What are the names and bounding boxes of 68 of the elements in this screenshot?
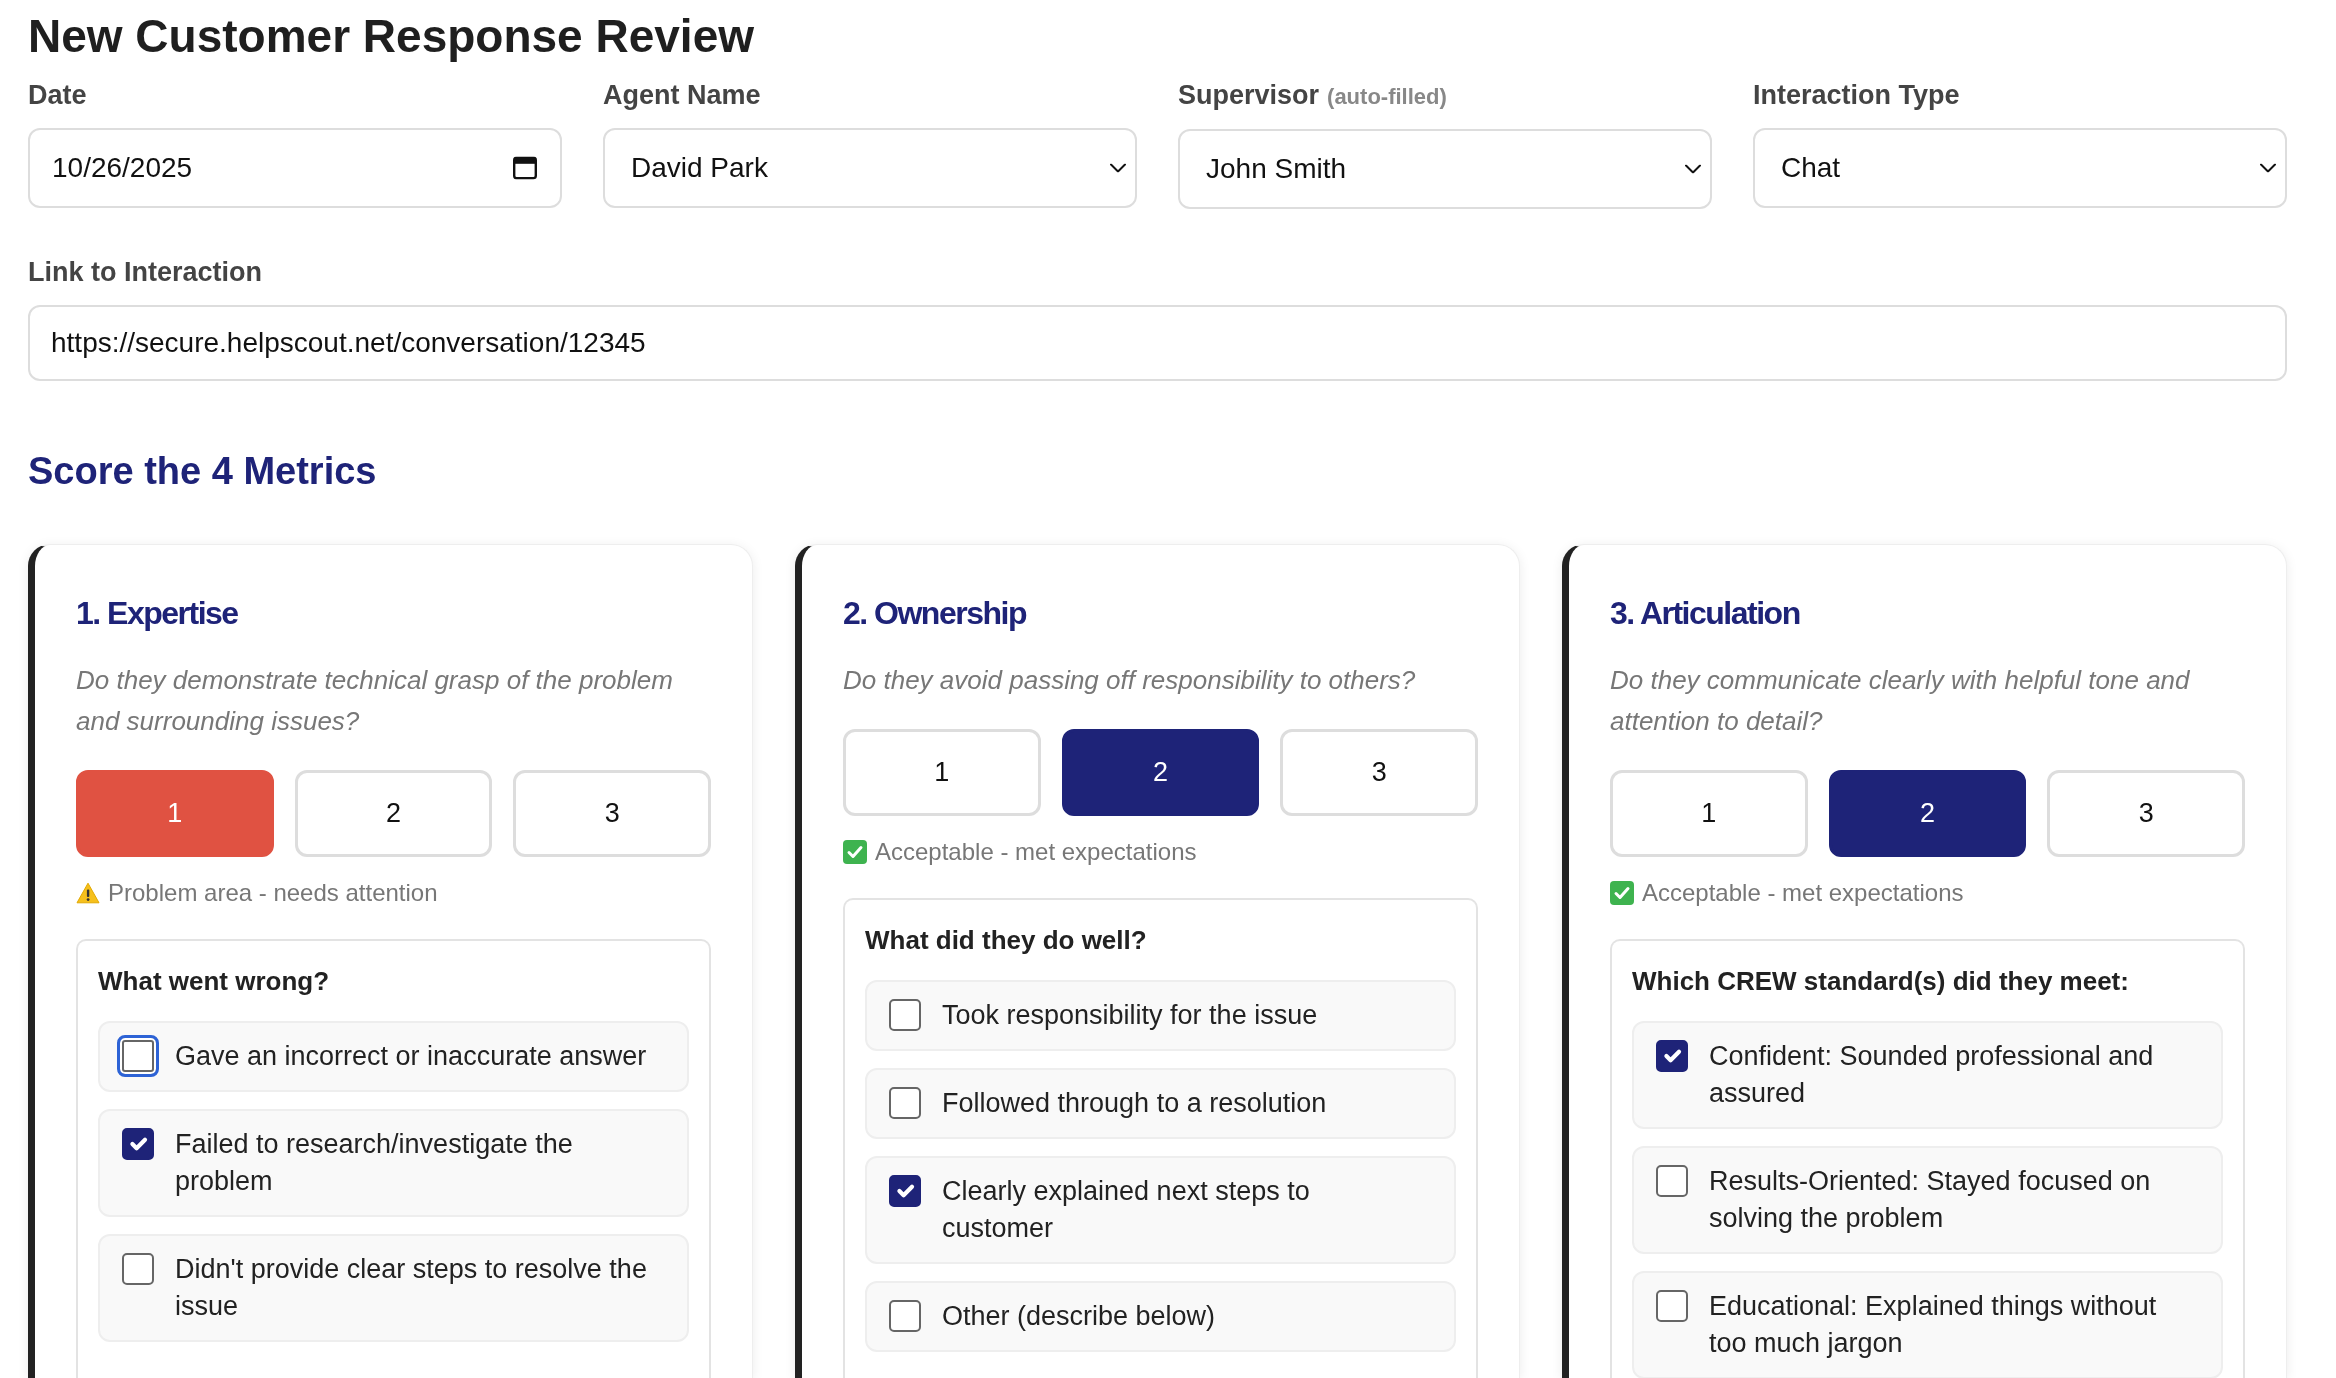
status-text: Acceptable - met expectations [875,837,1197,867]
checkbox[interactable] [122,1128,154,1160]
option-label: Followed through to a resolution [942,1087,1327,1120]
option-label: Educational: Explained things without too much jargon [1709,1290,2158,1360]
field-label: Agent Name [603,80,761,110]
field-label: Supervisor [1178,80,1320,110]
checkbox[interactable] [889,1087,921,1119]
score-button[interactable]: 3 [1280,729,1478,816]
score-button[interactable]: 2 [1828,770,2027,857]
calendar-icon [513,156,537,180]
option-row[interactable]: Gave an incorrect or inaccurate answer [98,1021,689,1092]
dropdown-field[interactable]: John Smith [1178,129,1712,209]
checkbox[interactable] [122,1253,154,1285]
option-row[interactable]: Educational: Explained things without too much jargon [1632,1271,2223,1378]
dropdown-field[interactable]: Chat [1753,128,2287,208]
question-text: Do they communicate clearly with helpful tone and attention to detail? [1610,664,2191,738]
option-row[interactable]: Other (describe below) [865,1281,1456,1352]
option-label: Clearly explained next steps to customer [942,1175,1311,1245]
score-button[interactable]: 1 [1610,770,1808,857]
checklist-heading: Which CREW standard(s) did they meet: [1632,965,2130,998]
status-text: Acceptable - met expectations [1642,878,1964,908]
option-label: Took responsibility for the issue [942,999,1318,1032]
option-row[interactable]: Failed to research/investigate the problem [98,1109,689,1217]
checkbox[interactable] [889,1300,921,1332]
checklist-heading: What went wrong? [98,965,331,998]
option-label: Results-Oriented: Stayed focused on solving the problem [1709,1165,2152,1235]
question-text: Do they demonstrate technical grasp of the problem and surrounding issues? [76,664,674,738]
option-label: Confident: Sounded professional and assured [1709,1040,2155,1110]
url-field[interactable]: https://secure.helpscout.net/conversation/12345 [28,305,2287,381]
checkbox[interactable] [1656,1290,1688,1322]
option-row[interactable]: Clearly explained next steps to customer [865,1156,1456,1264]
score-button[interactable]: 2 [1061,729,1260,816]
checkbox[interactable] [1656,1165,1688,1197]
status-text: Problem area - needs attention [108,878,438,908]
checkbox[interactable] [889,1175,921,1207]
score-button[interactable]: 3 [2047,770,2245,857]
field-label: Link to Interaction [28,257,262,287]
option-label: Didn't provide clear steps to resolve the issue [175,1253,648,1323]
option-row[interactable]: Didn't provide clear steps to resolve the issue [98,1234,689,1342]
question-text: Do they avoid passing off responsibility to others? [843,664,1417,697]
option-label: Other (describe below) [942,1300,1216,1333]
option-row[interactable]: Took responsibility for the issue [865,980,1456,1051]
option-row[interactable]: Confident: Sounded professional and assured [1632,1021,2223,1129]
checkbox[interactable] [1656,1040,1688,1072]
page-title: New Customer Response Review [28,10,755,63]
chevron-down-icon [2260,163,2276,173]
score-button[interactable]: 2 [294,770,493,857]
card-title: 1. Expertise [76,594,239,633]
chevron-down-icon [1110,163,1126,173]
card-title: 2. Ownership [843,594,1028,633]
date-field[interactable]: 10/26/2025 [28,128,562,208]
checkbox[interactable] [889,999,921,1031]
chevron-down-icon [1685,164,1701,174]
section-heading: Score the 4 Metrics [28,449,378,494]
hint-text: (auto-filled) [1327,84,1447,109]
field-label: Interaction Type [1753,80,1960,110]
score-button[interactable]: 1 [76,770,274,857]
option-row[interactable]: Followed through to a resolution [865,1068,1456,1139]
option-row[interactable]: Results-Oriented: Stayed focused on solving the problem [1632,1146,2223,1254]
option-label: Failed to research/investigate the problem [175,1128,574,1198]
option-label: Gave an incorrect or inaccurate answer [175,1040,647,1073]
score-button[interactable]: 1 [843,729,1041,816]
field-label: Date [28,80,87,110]
checkbox[interactable] [117,1035,159,1077]
card-title: 3. Articulation [1610,594,1801,633]
score-button[interactable]: 3 [513,770,711,857]
checklist-heading: What did they do well? [865,924,1148,957]
dropdown-field[interactable]: David Park [603,128,1137,208]
